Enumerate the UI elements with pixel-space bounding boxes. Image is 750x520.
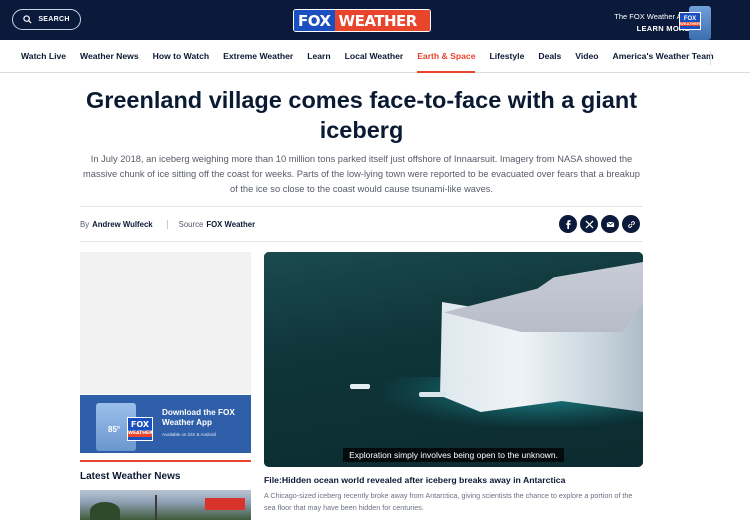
nav-earth-space[interactable]: Earth & Space: [417, 40, 476, 73]
byline-separator: [166, 220, 168, 229]
share-facebook-button[interactable]: [559, 215, 577, 233]
promo-logo-badge: FOX WEATHER: [127, 417, 153, 441]
ice-floe: [350, 384, 370, 389]
latest-news-heading: Latest Weather News: [80, 471, 181, 482]
byline-prefix: By: [80, 220, 90, 229]
share-email-button[interactable]: [601, 215, 619, 233]
app-logo-badge: FOX WEATHER: [679, 12, 701, 30]
nav-weather-news[interactable]: Weather News: [80, 40, 139, 73]
nav-local-weather[interactable]: Local Weather: [345, 40, 404, 73]
share-x-button[interactable]: [580, 215, 598, 233]
email-icon: [606, 221, 614, 227]
link-icon: [627, 220, 635, 228]
promo-badge-fox: FOX: [130, 419, 150, 429]
article-dek: In July 2018, an iceberg weighing more t…: [83, 154, 640, 194]
video-caption-bar: Exploration simply involves being open t…: [264, 445, 643, 463]
promo-subtitle: Available on iOS & Android: [162, 432, 216, 437]
main-nav: Watch Live Weather News How to Watch Ext…: [0, 40, 750, 73]
nav-americas-weather-team[interactable]: America's Weather Team: [613, 40, 714, 73]
app-download-promo[interactable]: 85° FOX WEATHER Download the FOX Weather…: [80, 395, 251, 453]
nav-deals[interactable]: Deals: [538, 40, 561, 73]
byline-top-divider: [80, 206, 643, 207]
nav-video[interactable]: Video: [575, 40, 598, 73]
byline: By Andrew Wulfeck Source FOX Weather: [80, 220, 255, 229]
top-header: SEARCH FOX WEATHER The FOX Weather App L…: [0, 0, 750, 40]
ice-floe: [419, 392, 447, 397]
video-title-link[interactable]: File:Hidden ocean world revealed after i…: [264, 475, 565, 485]
byline-bottom-divider: [80, 241, 643, 242]
thumb-pole: [155, 495, 157, 520]
fox-weather-logo[interactable]: FOX WEATHER: [293, 9, 431, 32]
promo-title: Download the FOX Weather App: [162, 408, 235, 427]
app-badge-weather: WEATHER: [680, 21, 700, 26]
nav-extreme-weather[interactable]: Extreme Weather: [223, 40, 293, 73]
nav-learn[interactable]: Learn: [307, 40, 330, 73]
article-headline: Greenland village comes face-to-face wit…: [85, 87, 638, 143]
video-caption: Exploration simply involves being open t…: [343, 448, 564, 462]
author-link[interactable]: Andrew Wulfeck: [92, 220, 153, 229]
nav-how-to-watch[interactable]: How to Watch: [153, 40, 210, 73]
promo-temperature: 85°: [108, 425, 121, 434]
thumb-tree: [90, 502, 120, 520]
nav-divider: [710, 51, 711, 65]
section-accent-rule: [80, 460, 251, 462]
facebook-icon: [565, 219, 571, 229]
share-buttons: [559, 215, 640, 233]
nav-lifestyle[interactable]: Lifestyle: [489, 40, 524, 73]
share-link-button[interactable]: [622, 215, 640, 233]
hero-video[interactable]: Exploration simply involves being open t…: [264, 252, 643, 467]
x-icon: [584, 219, 594, 229]
ad-placeholder: [80, 252, 251, 394]
nav-watch-live[interactable]: Watch Live: [21, 40, 66, 73]
source-link[interactable]: FOX Weather: [206, 220, 255, 229]
logo-weather-text: WEATHER: [334, 10, 430, 31]
search-icon: [23, 15, 32, 24]
video-description: A Chicago-sized iceberg recently broke a…: [264, 491, 633, 512]
search-label: SEARCH: [38, 16, 70, 23]
latest-news-thumbnail[interactable]: [80, 490, 251, 520]
promo-badge-weather: WEATHER: [128, 430, 153, 438]
source-prefix: Source: [178, 220, 204, 229]
logo-fox-text: FOX: [294, 10, 335, 31]
search-button[interactable]: SEARCH: [12, 9, 81, 30]
thumb-sign: [205, 498, 245, 510]
